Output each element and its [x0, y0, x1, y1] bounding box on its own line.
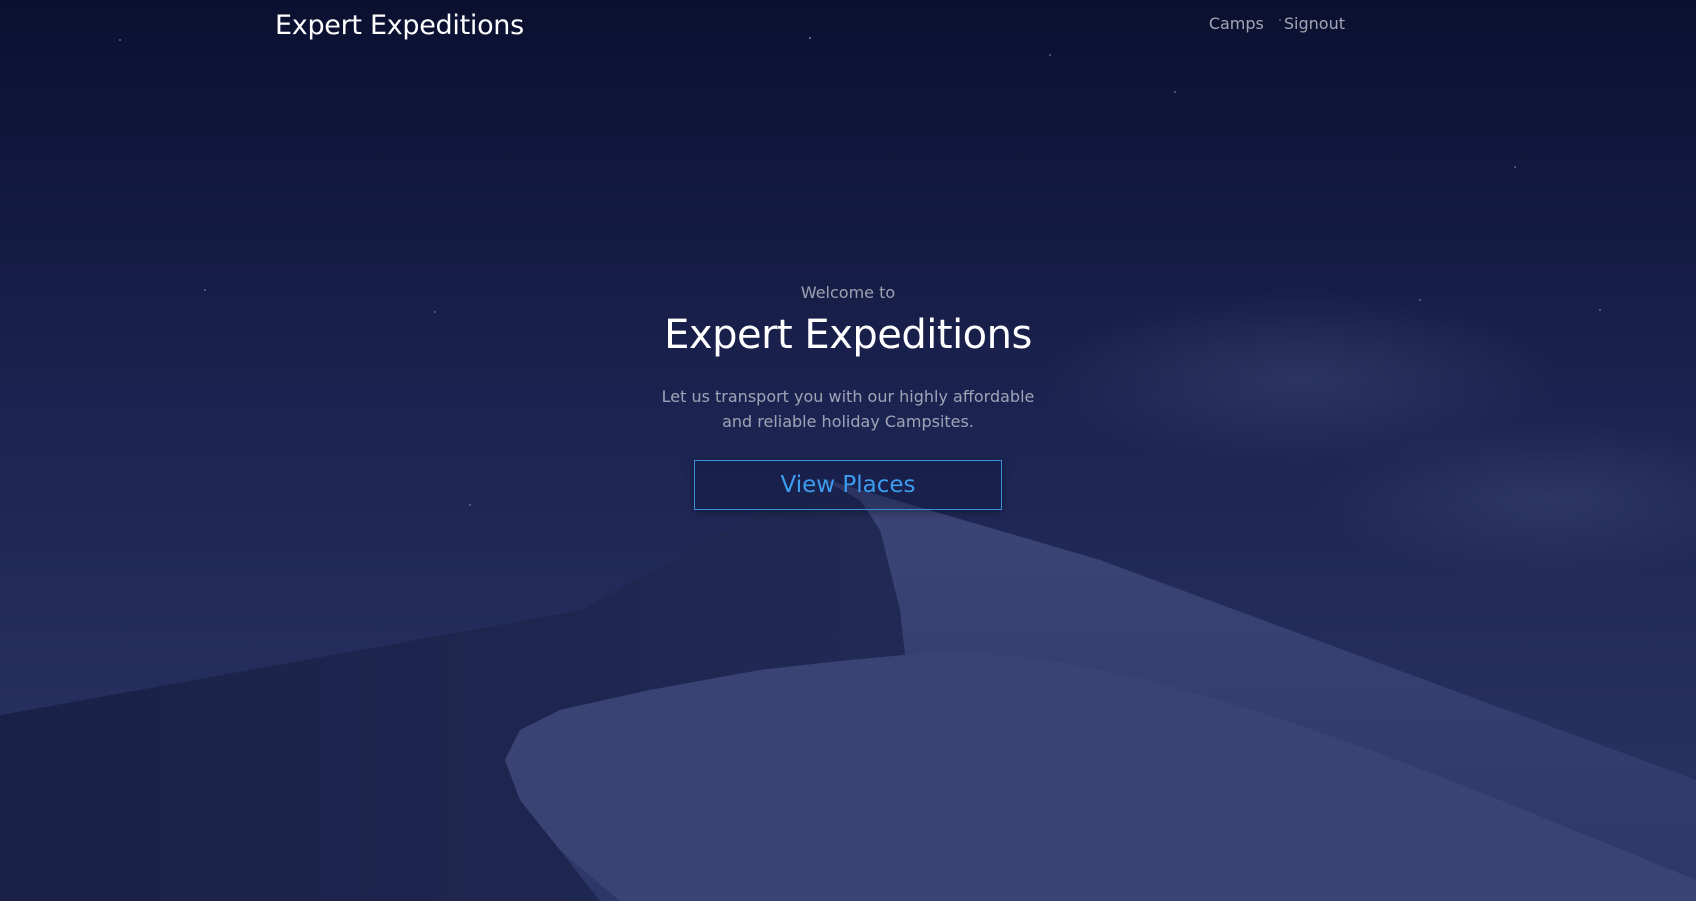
nav-link-signout[interactable]: Signout: [1284, 14, 1345, 33]
brand-logo-link[interactable]: Expert Expeditions: [275, 10, 524, 41]
hero-section: Welcome to Expert Expeditions Let us tra…: [0, 282, 1696, 510]
nav-link-camps[interactable]: Camps: [1209, 14, 1264, 33]
hero-tagline: Let us transport you with our highly aff…: [661, 387, 1035, 431]
hero-title: Expert Expeditions: [664, 312, 1032, 358]
top-navbar: Expert Expeditions Camps Signout: [0, 0, 1696, 56]
view-places-button[interactable]: View Places: [694, 460, 1002, 510]
landing-page: Expert Expeditions Camps Signout Welcome…: [0, 0, 1696, 901]
nav-links: Camps Signout: [1209, 14, 1345, 33]
hero-welcome-text: Welcome to: [800, 283, 896, 302]
